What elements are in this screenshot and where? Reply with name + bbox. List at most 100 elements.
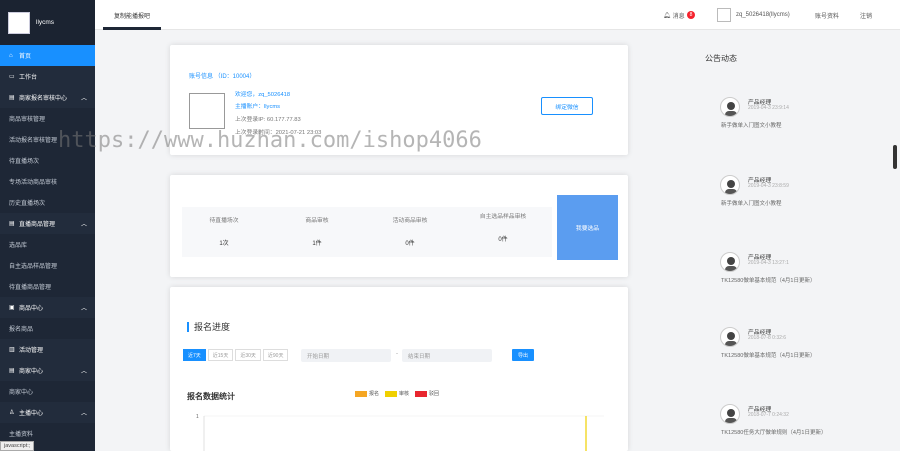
legend-swatch-0 <box>355 390 367 397</box>
chevron-up-icon: ︿ <box>80 411 87 417</box>
chart-title: 报名数据统计 <box>187 392 235 401</box>
announcement-date: 2018-07-8 0:32:6 <box>748 335 787 341</box>
legend-label-1: 审核 <box>399 391 410 397</box>
range-30d[interactable]: 近30天 <box>235 349 261 361</box>
bell-icon: 🔔︎ <box>663 12 671 19</box>
announcement-title: 新手做单入门图文小教程 <box>721 123 782 129</box>
announcement-item[interactable]: 产品经理 2019-04-3 23:9:14 新手做单入门图文小教程 <box>720 97 870 137</box>
chevron-up-icon: ︿ <box>80 96 87 102</box>
bind-wechat-button[interactable]: 绑定微信 <box>541 97 593 115</box>
menu-icon: ▣ <box>9 305 15 311</box>
stat-label: 自主选品样品审核 <box>479 214 527 220</box>
author-avatar <box>720 252 740 272</box>
menu-icon: ▥ <box>9 347 15 353</box>
sidebar-item-9[interactable]: 选品库 <box>0 234 95 255</box>
range-90d[interactable]: 近90天 <box>262 349 289 361</box>
announcement-title: TK12580做单基本规范（4月1日更新） <box>721 353 816 359</box>
brand-logo <box>8 11 30 34</box>
sidebar-item-14[interactable]: ▥ 活动管理 <box>0 339 95 360</box>
messages-label: 消息 <box>672 13 685 20</box>
range-selector: 近7天 近15天 近30天 近90天 <box>183 349 290 361</box>
select-products-button[interactable]: 我要选品 <box>557 195 618 260</box>
announcement-item[interactable]: 产品经理 2019-04-3 23:8:59 新手做单入门图文小教程 <box>720 175 870 215</box>
stat-pending-live: 待直播场次 1次 <box>182 215 266 247</box>
sidebar-item-label: 直播商品管理 <box>19 222 56 228</box>
range-15d[interactable]: 近15天 <box>207 349 234 361</box>
announcement-date: 2019-04-3 23:9:14 <box>748 105 789 111</box>
stat-value: 0件 <box>498 237 508 243</box>
avatar-face-icon <box>725 180 737 194</box>
last-login-ip: 上次登录IP: 60.177.77.83 <box>235 117 301 123</box>
announcement-item[interactable]: 产品经理 2019-04-3 13:27:1 TK12580做单基本规范（4月1日更… <box>720 252 870 292</box>
stat-value: 1件 <box>312 241 322 247</box>
legend-swatch-1 <box>385 390 398 397</box>
messages-button[interactable]: 🔔︎ 消息 8 <box>663 0 696 30</box>
announcement-title: 新手做单入门图文小教程 <box>721 201 782 207</box>
logout-link[interactable]: 注销 <box>860 0 872 30</box>
date-separator: - <box>396 351 398 357</box>
chart-plot: 1 <box>196 414 604 451</box>
sidebar-item-4[interactable]: 活动报名审核管理 <box>0 129 95 150</box>
tab-active[interactable]: 复制能播报吧 <box>103 0 161 30</box>
sidebar-item-0[interactable]: ⌂ 首页 <box>0 45 95 66</box>
stats-row: 待直播场次 1次 商品审核 1件 活动商品审核 0件 自主选品样品审核 0件 <box>182 207 552 257</box>
sidebar-item-1[interactable]: ▭ 工作台 <box>0 66 95 87</box>
sidebar-item-12[interactable]: ▣ 商品中心 ︿ <box>0 297 95 318</box>
sidebar-item-label: 历史直播场次 <box>9 201 46 207</box>
stat-label: 待直播场次 <box>209 218 239 224</box>
stats-card: 待直播场次 1次 商品审核 1件 活动商品审核 0件 自主选品样品审核 0件 我… <box>170 175 628 277</box>
author-avatar <box>720 327 740 347</box>
sidebar-item-label: 待直播场次 <box>9 159 40 165</box>
sidebar-item-label: 主播资料 <box>9 432 34 438</box>
sidebar-item-3[interactable]: 商品审核管理 <box>0 108 95 129</box>
legend-swatch-2 <box>415 390 428 397</box>
announcement-title: TK12580任务大厅做单规则（4月1日更新） <box>721 430 827 436</box>
range-7d[interactable]: 近7天 <box>183 349 206 361</box>
stat-sample-review: 自主选品样品审核 0件 <box>461 211 545 243</box>
avatar-face-icon <box>725 409 737 423</box>
sidebar-item-label: 商家中心 <box>9 390 34 396</box>
export-button[interactable]: 导出 <box>512 349 534 361</box>
user-menu[interactable]: zq_5026418(llycms) <box>717 0 790 30</box>
stat-label: 商品审核 <box>305 218 329 224</box>
announcement-item[interactable]: 产品经理 2018-07-7 0:24:32 TK12580任务大厅做单规则（4月1… <box>720 404 870 444</box>
announcement-date: 2018-07-7 0:24:32 <box>748 412 789 418</box>
sidebar-item-label: 报名商品 <box>9 327 34 333</box>
sidebar-item-15[interactable]: ▤ 商家中心 ︿ <box>0 360 95 381</box>
sidebar-item-17[interactable]: ♙ 主播中心 ︿ <box>0 402 95 423</box>
sidebar-item-10[interactable]: 自主选品样品管理 <box>0 255 95 276</box>
sidebar-item-8[interactable]: ▤ 直播商品管理 ︿ <box>0 213 95 234</box>
sidebar-item-7[interactable]: 历史直播场次 <box>0 192 95 213</box>
menu-icon: ♙ <box>9 410 15 416</box>
menu-icon: ▭ <box>9 74 15 80</box>
sidebar-item-label: 自主选品样品管理 <box>9 264 58 270</box>
anchor-account: 主播账户：llycms <box>235 104 281 110</box>
author-avatar <box>720 175 740 195</box>
announcement-item[interactable]: 产品经理 2018-07-8 0:32:6 TK12580做单基本规范（4月1日更新… <box>720 327 870 367</box>
menu-icon: ⌂ <box>9 52 13 59</box>
end-date-input[interactable]: 结束日期 <box>402 349 492 362</box>
account-link[interactable]: 账号资料 <box>815 0 839 30</box>
sidebar-item-11[interactable]: 待直播商品管理 <box>0 276 95 297</box>
announcement-date: 2019-04-3 13:27:1 <box>748 260 789 266</box>
sidebar-item-5[interactable]: 待直播场次 <box>0 150 95 171</box>
welcome-user[interactable]: zq_5026418 <box>258 92 290 98</box>
tab-underline <box>103 27 161 30</box>
sidebar-item-label: 商品中心 <box>19 306 44 312</box>
start-date-input[interactable]: 开始日期 <box>301 349 391 362</box>
author-avatar <box>720 97 740 117</box>
sidebar-header: llycms <box>0 0 95 45</box>
sidebar-item-16[interactable]: 商家中心 <box>0 381 95 402</box>
sidebar-item-label: 首页 <box>19 54 32 60</box>
menu-icon: ▤ <box>9 95 15 101</box>
sidebar-item-label: 活动管理 <box>19 348 44 354</box>
account-title: 账号信息 （ID：10004） <box>189 74 256 80</box>
sidebar-item-2[interactable]: ▤ 商家报名审核中心 ︿ <box>0 87 95 108</box>
messages-badge: 8 <box>686 11 696 19</box>
scrollbar-thumb[interactable] <box>893 145 897 169</box>
account-avatar <box>189 93 225 129</box>
sidebar-item-13[interactable]: 报名商品 <box>0 318 95 339</box>
sidebar-item-6[interactable]: 专场活动商品审核 <box>0 171 95 192</box>
legend-label-0: 报名 <box>369 391 380 397</box>
avatar-face-icon <box>725 257 737 271</box>
